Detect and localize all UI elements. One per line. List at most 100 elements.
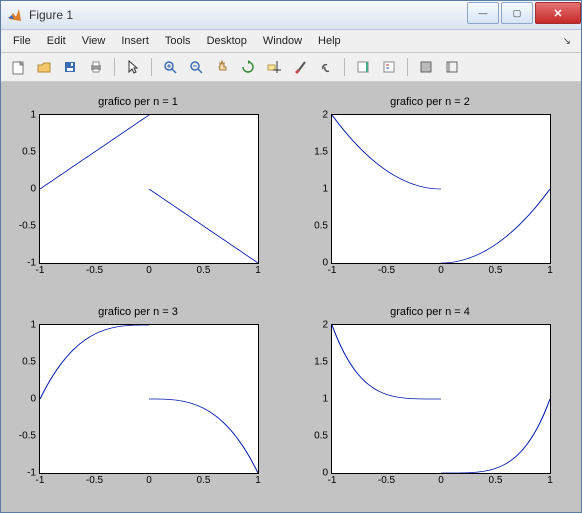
brush-icon[interactable] — [289, 56, 311, 78]
plot-canvas — [332, 115, 550, 263]
x-tick-label: 0 — [146, 263, 152, 276]
menu-desktop[interactable]: Desktop — [199, 33, 255, 49]
x-tick-label: -1 — [36, 263, 45, 276]
plot-canvas — [40, 325, 258, 473]
menu-window[interactable]: Window — [255, 33, 310, 49]
zoom-out-icon[interactable] — [185, 56, 207, 78]
x-tick-label: 1 — [547, 263, 553, 276]
new-figure-icon[interactable] — [7, 56, 29, 78]
x-tick-label: 1 — [255, 263, 261, 276]
data-line — [40, 325, 149, 399]
toolbar-separator — [151, 58, 152, 76]
subplot-grid: grafico per n = 1-1-0.500.51-1-0.500.51g… — [11, 96, 557, 494]
data-cursor-icon[interactable] — [263, 56, 285, 78]
window-title: Figure 1 — [29, 8, 467, 22]
y-tick-label: 0 — [30, 184, 40, 195]
save-icon[interactable] — [59, 56, 81, 78]
figure-window: Figure 1 — ▢ ✕ File Edit View Insert Too… — [0, 0, 582, 513]
x-tick-label: -0.5 — [86, 263, 103, 276]
axes[interactable]: 00.511.52-1-0.500.51 — [331, 324, 551, 474]
y-tick-label: 0.5 — [314, 431, 332, 442]
minimize-button[interactable]: — — [467, 2, 499, 24]
subplot-3: grafico per n = 3 -1-0.500.51-1-0.500.51 — [11, 306, 265, 494]
titlebar[interactable]: Figure 1 — ▢ ✕ — [1, 1, 581, 30]
subplot-title: grafico per n = 1 — [11, 96, 265, 108]
x-tick-label: 0.5 — [489, 263, 503, 276]
menu-view[interactable]: View — [74, 33, 114, 49]
plot-canvas — [332, 325, 550, 473]
y-tick-label: 1.5 — [314, 147, 332, 158]
x-tick-label: 0 — [146, 473, 152, 486]
x-tick-label: -0.5 — [378, 473, 395, 486]
toolbar — [1, 53, 581, 82]
show-tools-icon[interactable] — [441, 56, 463, 78]
maximize-button[interactable]: ▢ — [501, 2, 533, 24]
x-tick-label: -1 — [328, 473, 337, 486]
subplot-title: grafico per n = 4 — [303, 306, 557, 318]
x-tick-label: -1 — [328, 263, 337, 276]
y-tick-label: 1 — [30, 110, 40, 121]
y-tick-label: 2 — [322, 320, 332, 331]
subplot-title: grafico per n = 3 — [11, 306, 265, 318]
menu-insert[interactable]: Insert — [113, 33, 157, 49]
legend-icon[interactable] — [378, 56, 400, 78]
y-tick-label: 0.5 — [314, 221, 332, 232]
data-line — [149, 399, 258, 473]
y-tick-label: 1 — [30, 320, 40, 331]
y-tick-label: -0.5 — [19, 221, 40, 232]
data-line — [441, 189, 550, 263]
toolbar-separator — [344, 58, 345, 76]
menu-file[interactable]: File — [5, 33, 39, 49]
subplot-title: grafico per n = 2 — [303, 96, 557, 108]
y-tick-label: 1 — [322, 184, 332, 195]
x-tick-label: 1 — [547, 473, 553, 486]
y-tick-label: -0.5 — [19, 431, 40, 442]
axes[interactable]: -1-0.500.51-1-0.500.51 — [39, 324, 259, 474]
dock-icon[interactable]: ↘ — [557, 34, 577, 49]
data-line — [332, 325, 441, 399]
subplot-2: grafico per n = 2 00.511.52-1-0.500.51 — [303, 96, 557, 284]
data-line — [149, 189, 258, 263]
menu-edit[interactable]: Edit — [39, 33, 74, 49]
x-tick-label: -0.5 — [378, 263, 395, 276]
figure-area: grafico per n = 1-1-0.500.51-1-0.500.51g… — [1, 82, 581, 512]
data-line — [441, 399, 550, 473]
y-tick-label: 1 — [322, 394, 332, 405]
x-tick-label: 0.5 — [197, 473, 211, 486]
hide-tools-icon[interactable] — [415, 56, 437, 78]
y-tick-label: 0.5 — [22, 147, 40, 158]
toolbar-separator — [407, 58, 408, 76]
menu-help[interactable]: Help — [310, 33, 349, 49]
y-tick-label: 1.5 — [314, 357, 332, 368]
matlab-icon — [7, 7, 23, 23]
menu-tools[interactable]: Tools — [157, 33, 199, 49]
plot-canvas — [40, 115, 258, 263]
axes[interactable]: 00.511.52-1-0.500.51 — [331, 114, 551, 264]
pointer-icon[interactable] — [122, 56, 144, 78]
subplot-4: grafico per n = 4 00.511.52-1-0.500.51 — [303, 306, 557, 494]
x-tick-label: 0.5 — [489, 473, 503, 486]
x-tick-label: -0.5 — [86, 473, 103, 486]
x-tick-label: 0.5 — [197, 263, 211, 276]
zoom-in-icon[interactable] — [159, 56, 181, 78]
y-tick-label: 0 — [30, 394, 40, 405]
y-tick-label: 0.5 — [22, 357, 40, 368]
menubar: File Edit View Insert Tools Desktop Wind… — [1, 30, 581, 53]
colorbar-icon[interactable] — [352, 56, 374, 78]
print-icon[interactable] — [85, 56, 107, 78]
toolbar-separator — [114, 58, 115, 76]
close-button[interactable]: ✕ — [535, 2, 581, 24]
x-tick-label: 0 — [438, 473, 444, 486]
link-icon[interactable] — [315, 56, 337, 78]
x-tick-label: 0 — [438, 263, 444, 276]
y-tick-label: 2 — [322, 110, 332, 121]
x-tick-label: 1 — [255, 473, 261, 486]
rotate-icon[interactable] — [237, 56, 259, 78]
x-tick-label: -1 — [36, 473, 45, 486]
axes[interactable]: -1-0.500.51-1-0.500.51 — [39, 114, 259, 264]
open-icon[interactable] — [33, 56, 55, 78]
data-line — [332, 115, 441, 189]
pan-icon[interactable] — [211, 56, 233, 78]
subplot-1: grafico per n = 1 -1-0.500.51-1-0.500.51 — [11, 96, 265, 284]
data-line — [40, 115, 149, 189]
